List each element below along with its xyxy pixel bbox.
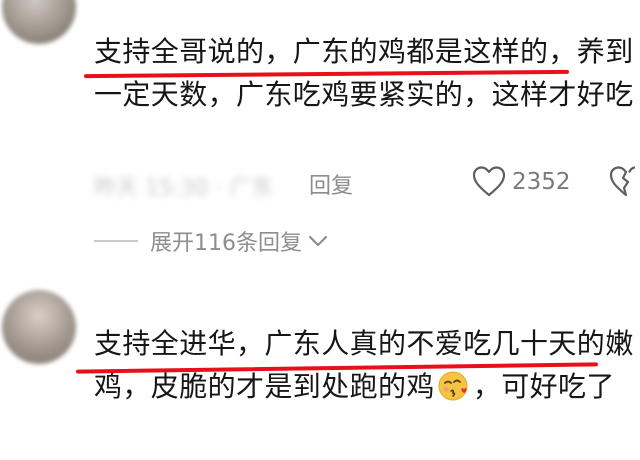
like-count: 2352 — [512, 169, 571, 195]
expand-replies-label: 展开116条回复 — [150, 231, 302, 256]
heart-outline-icon — [472, 166, 506, 197]
divider — [94, 240, 138, 242]
avatar[interactable] — [2, 0, 76, 44]
blowing-kiss-emoji-icon — [438, 371, 468, 401]
chevron-down-icon — [308, 235, 328, 247]
comment-meta: 昨天 15:30 · 广东 回复 2352 — [94, 166, 640, 201]
comment-time-location: 昨天 15:30 · 广东 — [94, 176, 274, 201]
like-button[interactable]: 2352 — [472, 166, 571, 198]
expand-replies-button[interactable]: 展开116条回复 — [94, 224, 328, 258]
avatar[interactable] — [2, 290, 76, 364]
reply-button[interactable]: 回复 — [309, 168, 353, 200]
broken-heart-icon[interactable] — [609, 166, 640, 198]
comment-text-part: ，可好吃了 — [472, 370, 615, 403]
